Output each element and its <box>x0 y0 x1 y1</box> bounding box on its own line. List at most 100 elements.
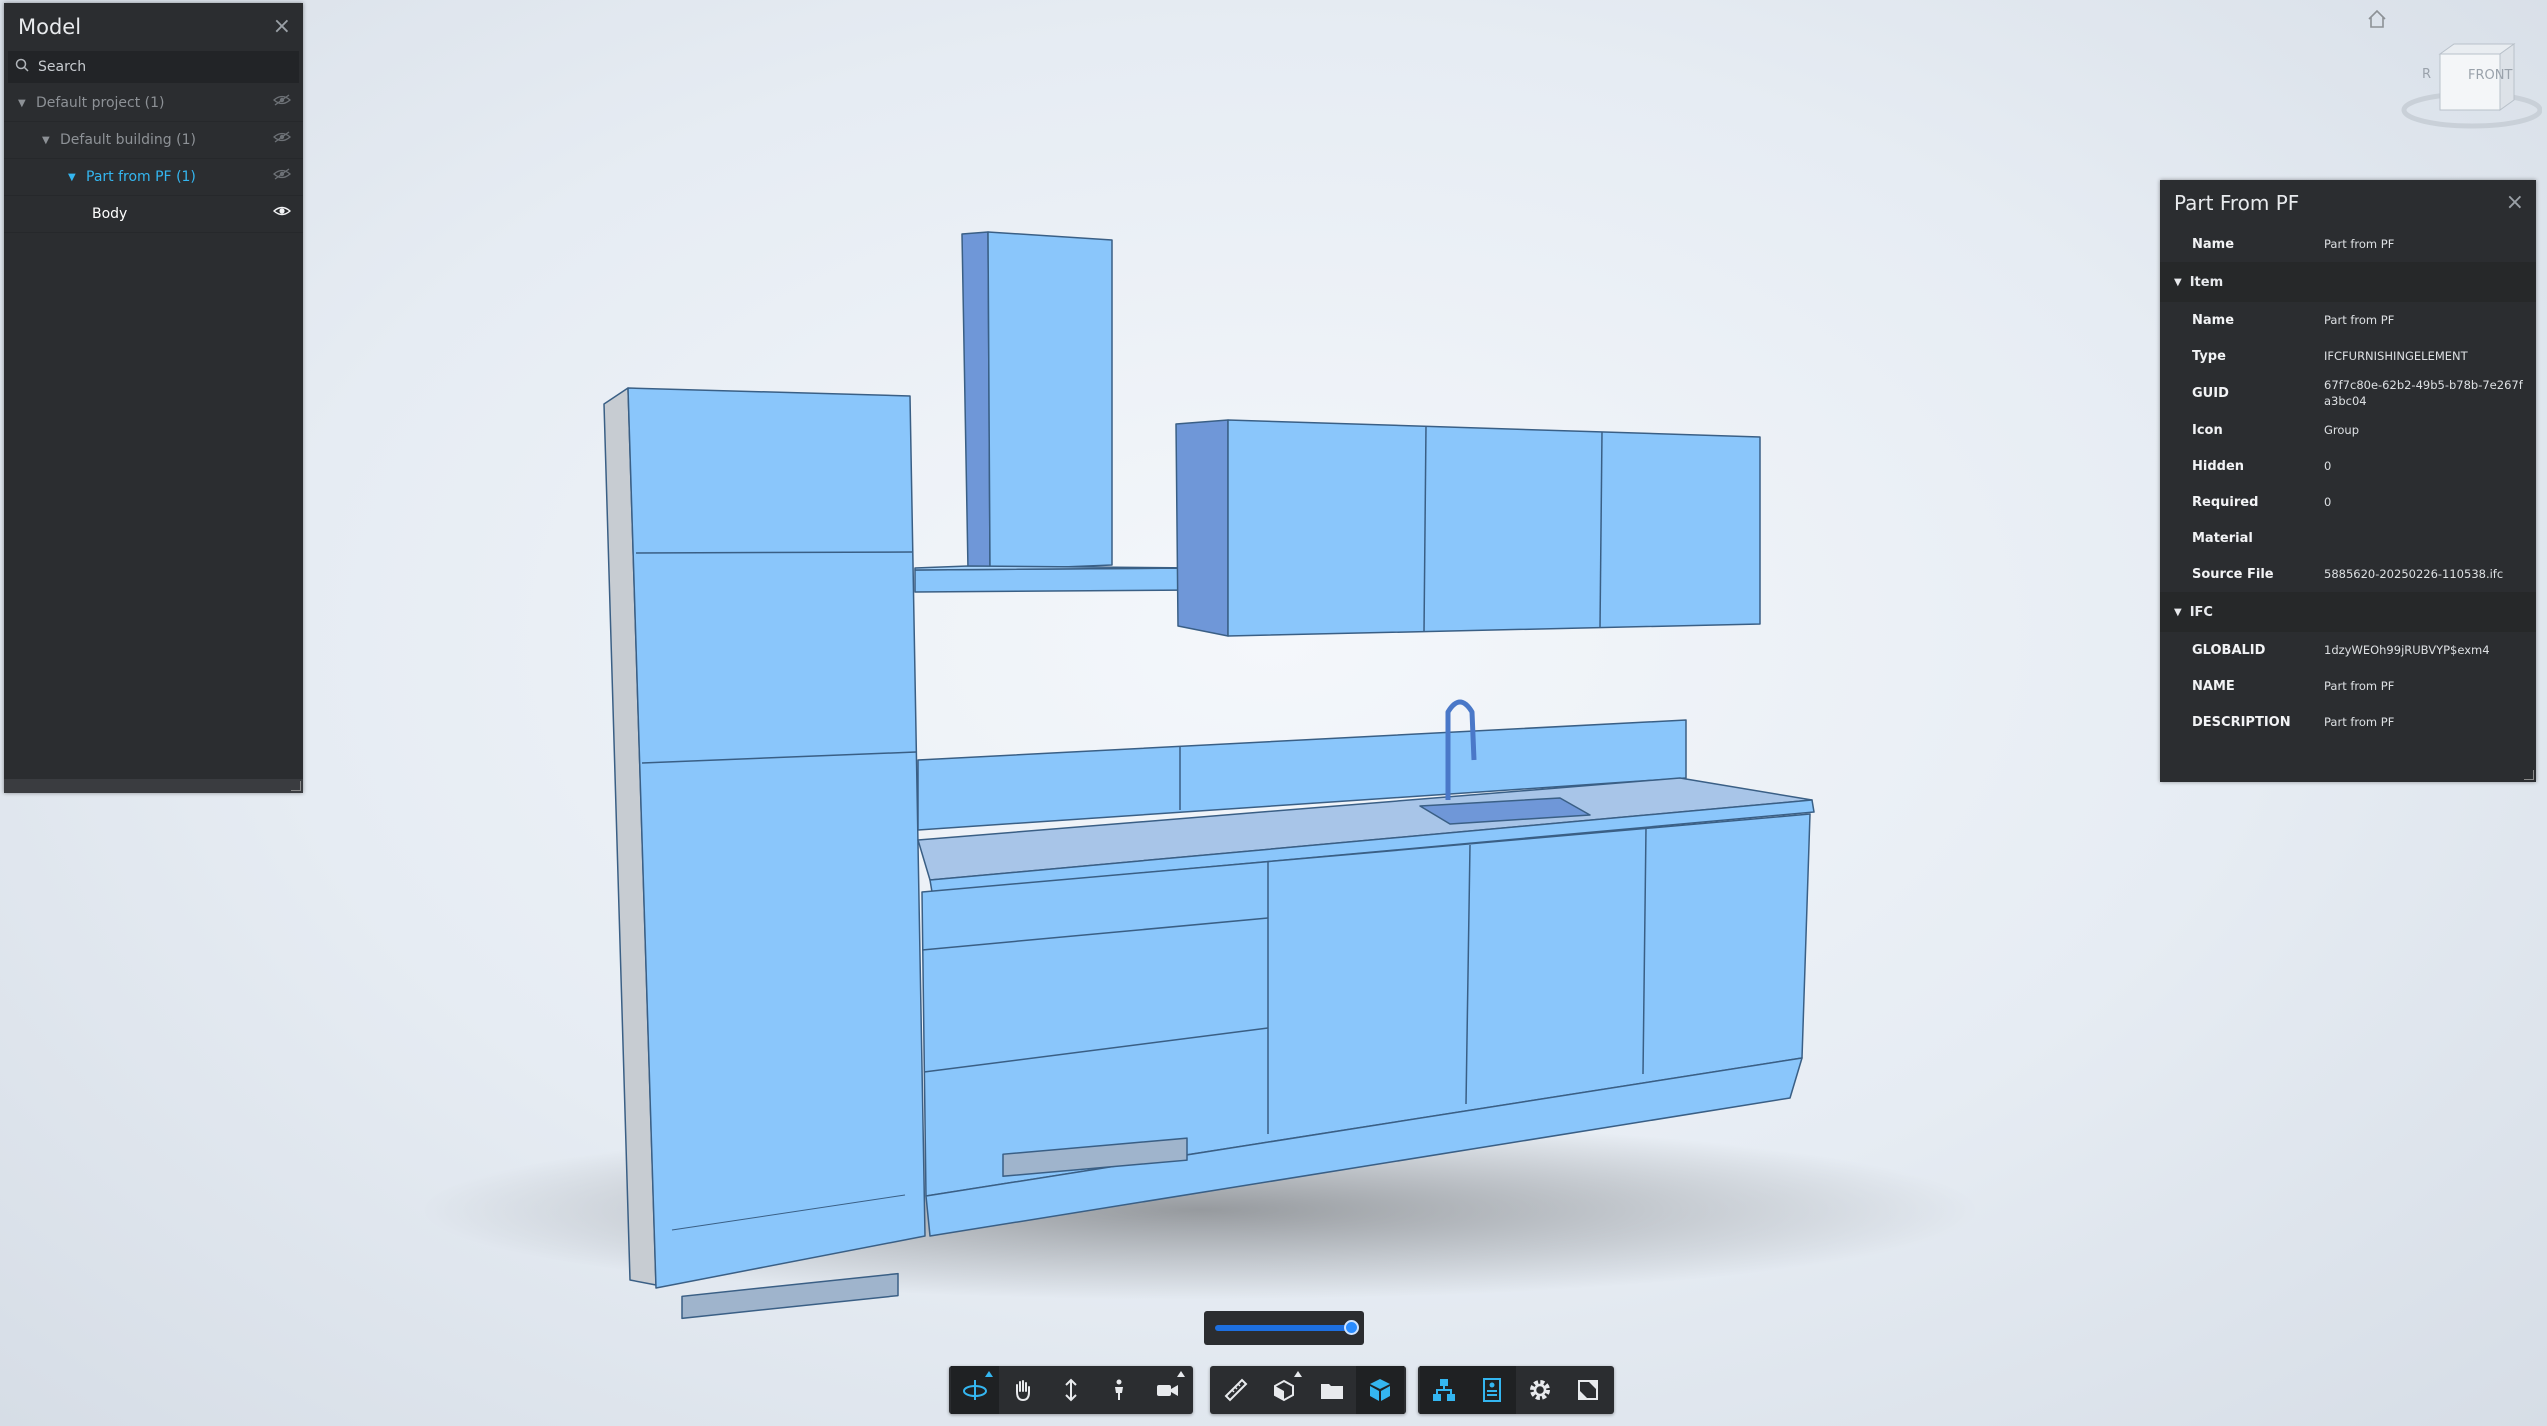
property-row: NAME Part from PF <box>2160 668 2536 704</box>
chevron-down-icon[interactable]: ▼ <box>18 98 30 109</box>
tools-toolbar <box>1210 1366 1406 1414</box>
property-value: 0 <box>2324 495 2332 509</box>
explode-slider[interactable] <box>1204 1311 1364 1345</box>
property-key: GUID <box>2192 385 2229 401</box>
property-group-label: Item <box>2189 274 2224 290</box>
property-value: 5885620-20250226-110538.ifc <box>2324 567 2504 581</box>
search-bar <box>8 51 299 83</box>
flyout-indicator <box>1177 1371 1185 1377</box>
property-value: Part from PF <box>2324 313 2395 327</box>
tree-item-body[interactable]: Body <box>4 196 303 233</box>
measure-button[interactable] <box>1212 1366 1260 1414</box>
model-panel: Model × ▼ Default project (1) ▼ Default … <box>4 3 303 793</box>
camera-button[interactable] <box>1143 1366 1191 1414</box>
dolly-button[interactable] <box>1047 1366 1095 1414</box>
search-icon <box>8 58 36 76</box>
fullscreen-button[interactable] <box>1564 1366 1612 1414</box>
properties-icon <box>1483 1378 1501 1402</box>
flyout-indicator <box>985 1371 993 1377</box>
model-panel-footer <box>4 779 303 793</box>
eye-hidden-icon[interactable] <box>273 93 291 107</box>
property-group-item[interactable]: ▼ Item <box>2160 262 2536 302</box>
tree-item-default-building[interactable]: ▼ Default building (1) <box>4 122 303 159</box>
tree-item-default-project[interactable]: ▼ Default project (1) <box>4 85 303 122</box>
model-browser-button[interactable] <box>1356 1366 1404 1414</box>
resize-handle[interactable] <box>291 781 301 791</box>
property-key: GLOBALID <box>2192 642 2266 658</box>
pan-button[interactable] <box>999 1366 1047 1414</box>
search-input[interactable] <box>36 58 299 76</box>
property-row: Material <box>2160 520 2536 556</box>
property-row: Hidden 0 <box>2160 448 2536 484</box>
property-row: GLOBALID 1dzyWEOh99jRUBVYP$exm4 <box>2160 632 2536 668</box>
close-icon[interactable]: × <box>2506 180 2524 226</box>
view-cube[interactable]: R FRONT <box>2392 38 2543 138</box>
home-icon[interactable] <box>2366 8 2388 30</box>
property-row: Icon Group <box>2160 412 2536 448</box>
orbit-button[interactable] <box>951 1366 999 1414</box>
property-value: 67f7c80e-62b2-49b5-b78b-7e267fa3bc04 <box>2324 378 2523 408</box>
orbit-icon <box>963 1380 987 1400</box>
property-value: Part from PF <box>2324 715 2395 729</box>
navigation-toolbar <box>949 1366 1193 1414</box>
first-person-icon <box>1115 1379 1123 1400</box>
close-icon[interactable]: × <box>273 3 291 51</box>
property-row: GUID 67f7c80e-62b2-49b5-b78b-7e267fa3bc0… <box>2160 374 2536 412</box>
property-key: Name <box>2192 312 2235 328</box>
resize-handle[interactable] <box>2524 770 2534 780</box>
properties-panel-header: Part From PF × <box>2160 180 2536 226</box>
structure-button[interactable] <box>1420 1366 1468 1414</box>
slider-track[interactable] <box>1215 1320 1359 1335</box>
section-button[interactable] <box>1260 1366 1308 1414</box>
tree-item-part-from-pf[interactable]: ▼ Part from PF (1) <box>4 159 303 196</box>
flyout-indicator <box>1294 1371 1302 1377</box>
property-row: Name Part from PF <box>2160 302 2536 338</box>
settings-toolbar <box>1418 1366 1614 1414</box>
property-key: Source File <box>2192 566 2274 582</box>
property-key: Type <box>2192 348 2226 364</box>
property-key: Name <box>2192 236 2235 252</box>
property-value: Group <box>2324 423 2360 437</box>
property-group-ifc[interactable]: ▼ IFC <box>2160 592 2536 632</box>
section-icon <box>1274 1379 1294 1402</box>
first-person-button[interactable] <box>1095 1366 1143 1414</box>
view-cube-face-label: FRONT <box>2468 68 2513 83</box>
gear-icon <box>1530 1380 1550 1400</box>
property-value: 1dzyWEOh99jRUBVYP$exm4 <box>2324 643 2490 657</box>
property-key: Hidden <box>2192 458 2245 474</box>
property-row: DESCRIPTION Part from PF <box>2160 704 2536 740</box>
camera-icon <box>1157 1385 1178 1396</box>
eye-hidden-icon[interactable] <box>273 167 291 181</box>
view-cube-graphic: R <box>2401 43 2543 129</box>
eye-icon[interactable] <box>273 204 291 218</box>
property-key: Icon <box>2192 422 2223 438</box>
properties-panel: Part From PF × Name Part from PF ▼ Item … <box>2160 180 2536 782</box>
chevron-down-icon[interactable]: ▼ <box>42 135 54 146</box>
measure-icon <box>1224 1378 1248 1402</box>
model-panel-header: Model × <box>4 3 303 51</box>
property-key: NAME <box>2192 678 2235 694</box>
settings-button[interactable] <box>1516 1366 1564 1414</box>
svg-text:R: R <box>2422 67 2431 82</box>
property-value: Part from PF <box>2324 237 2395 251</box>
property-row: Required 0 <box>2160 484 2536 520</box>
property-group-label: IFC <box>2189 604 2213 620</box>
explode-button[interactable] <box>1308 1366 1356 1414</box>
pan-icon <box>1016 1380 1030 1402</box>
property-row: Source File 5885620-20250226-110538.ifc <box>2160 556 2536 592</box>
explode-icon <box>1321 1384 1343 1399</box>
property-row: Type IFCFURNISHINGELEMENT <box>2160 338 2536 374</box>
chevron-down-icon[interactable]: ▼ <box>2174 277 2182 288</box>
slider-thumb[interactable] <box>1344 1320 1359 1335</box>
property-key: DESCRIPTION <box>2192 714 2291 730</box>
properties-panel-title: Part From PF <box>2174 191 2300 215</box>
eye-hidden-icon[interactable] <box>273 130 291 144</box>
chevron-down-icon[interactable]: ▼ <box>68 172 80 183</box>
chevron-down-icon[interactable]: ▼ <box>2174 607 2182 618</box>
model-panel-title: Model <box>18 15 82 39</box>
model-browser-icon <box>1370 1379 1390 1401</box>
dolly-icon <box>1065 1378 1077 1402</box>
property-key: Required <box>2192 494 2259 510</box>
properties-button[interactable] <box>1468 1366 1516 1414</box>
property-value: Part from PF <box>2324 679 2395 693</box>
